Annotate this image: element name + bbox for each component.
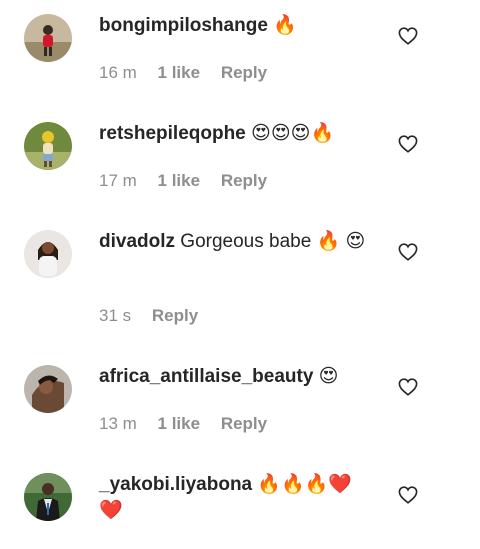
comment-likes[interactable]: 1 like: [158, 63, 201, 82]
avatar-image: [24, 473, 72, 521]
comment-text: africa_antillaise_beauty 😍: [99, 364, 379, 390]
avatar-image: [24, 14, 72, 62]
comment-body: 😍😍😍🔥: [251, 123, 335, 144]
comment-body: Gorgeous babe 🔥 😍: [180, 231, 366, 252]
comment-meta: 13 m 1 like Reply: [99, 414, 283, 434]
avatar[interactable]: [24, 473, 72, 521]
comment-body: 😍: [318, 366, 339, 387]
comment-username[interactable]: retshepileqophe: [99, 123, 246, 144]
comment-username[interactable]: africa_antillaise_beauty: [99, 366, 313, 387]
comment-username[interactable]: _yakobi.liyabona: [99, 474, 252, 495]
comment-time: 13 m: [99, 414, 137, 433]
comment-meta: 16 m 1 like Reply: [99, 63, 283, 83]
comment-text: _yakobi.liyabona 🔥🔥🔥❤️ ❤️: [99, 472, 379, 524]
heart-outline-icon[interactable]: [398, 135, 418, 153]
avatar[interactable]: [24, 230, 72, 278]
comment-likes[interactable]: 1 like: [158, 414, 201, 433]
comment-meta: 31 s Reply: [99, 306, 214, 326]
reply-button[interactable]: Reply: [152, 306, 198, 325]
avatar-image: [24, 122, 72, 170]
comment-text: divadolz Gorgeous babe 🔥 😍: [99, 229, 379, 255]
avatar-image: [24, 365, 72, 413]
avatar[interactable]: [24, 365, 72, 413]
heart-outline-icon[interactable]: [398, 486, 418, 504]
comment-time: 17 m: [99, 171, 137, 190]
heart-outline-icon[interactable]: [398, 378, 418, 396]
comment-meta: 17 m 1 like Reply: [99, 171, 283, 191]
heart-outline-icon[interactable]: [398, 27, 418, 45]
comment-username[interactable]: bongimpiloshange: [99, 15, 268, 36]
avatar[interactable]: [24, 122, 72, 170]
comment-text: bongimpiloshange 🔥: [99, 13, 379, 39]
comment-time: 31 s: [99, 306, 132, 325]
reply-button[interactable]: Reply: [221, 63, 267, 82]
comment-likes[interactable]: 1 like: [158, 171, 201, 190]
reply-button[interactable]: Reply: [221, 414, 267, 433]
avatar-image: [24, 230, 72, 278]
comment-time: 16 m: [99, 63, 137, 82]
avatar[interactable]: [24, 14, 72, 62]
comment-username[interactable]: divadolz: [99, 231, 175, 252]
reply-button[interactable]: Reply: [221, 171, 267, 190]
heart-outline-icon[interactable]: [398, 243, 418, 261]
comment-body: 🔥: [273, 15, 297, 36]
comment-text: retshepileqophe 😍😍😍🔥: [99, 121, 379, 147]
